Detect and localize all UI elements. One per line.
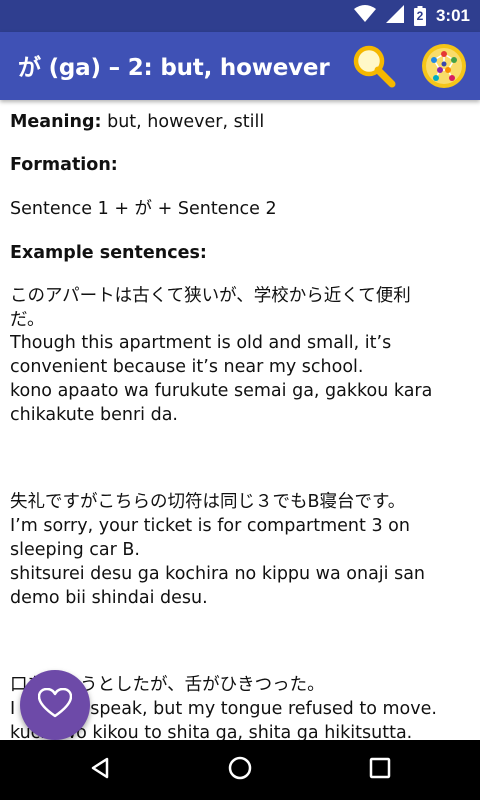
app-bar: が (ga) – 2: but, however	[0, 32, 480, 100]
example-romaji: shitsurei desu ga kochira no kippu wa on…	[10, 564, 426, 584]
meaning-line: Meaning: but, however, still	[10, 111, 264, 134]
example-japanese: このアパートは古くて狭いが、学校から近くて便利	[10, 286, 411, 306]
status-time: 3:01	[435, 6, 470, 25]
cell-signal-icon	[385, 5, 404, 27]
recents-button[interactable]	[360, 750, 400, 790]
example-japanese: だ。	[10, 310, 45, 330]
examples-label: Example sentences:	[10, 243, 207, 263]
battery-icon: 2	[413, 6, 426, 26]
search-button[interactable]	[350, 42, 398, 90]
meaning-label: Meaning:	[10, 112, 102, 132]
example-english: sleeping car B.	[10, 540, 140, 560]
meaning-value: but, however, still	[101, 112, 265, 132]
example-english: Though this apartment is old and small, …	[10, 333, 392, 353]
favorite-button[interactable]	[20, 670, 90, 740]
search-icon	[350, 45, 398, 94]
status-bar: 2 3:01	[0, 0, 480, 32]
example-romaji: demo bii shindai desu.	[10, 588, 208, 608]
home-icon	[227, 755, 253, 785]
example-romaji: chikakute benri da.	[10, 405, 178, 425]
heart-icon	[37, 687, 73, 722]
example-english: I’m sorry, your ticket is for compartmen…	[10, 516, 410, 536]
battery-level: 2	[416, 9, 424, 23]
example-english: convenient because it’s near my school.	[10, 357, 364, 377]
recents-icon	[369, 757, 391, 783]
example-japanese: 失礼ですがこちらの切符は同じ３でもB寝台です。	[10, 492, 406, 512]
app-logo-button[interactable]	[420, 42, 468, 90]
formation-label: Formation:	[10, 155, 118, 175]
page-title: が (ga) – 2: but, however	[18, 55, 330, 81]
back-button[interactable]	[80, 750, 120, 790]
example-romaji: kono apaato wa furukute semai ga, gakkou…	[10, 381, 433, 401]
navigation-bar	[0, 740, 480, 800]
grammar-content: Meaning: but, however, still Formation: …	[10, 100, 472, 740]
back-icon	[88, 756, 112, 784]
formation-text: Sentence 1 + が + Sentence 2	[10, 199, 277, 219]
app-logo-icon	[420, 44, 468, 94]
wifi-icon	[353, 5, 376, 27]
home-button[interactable]	[220, 750, 260, 790]
